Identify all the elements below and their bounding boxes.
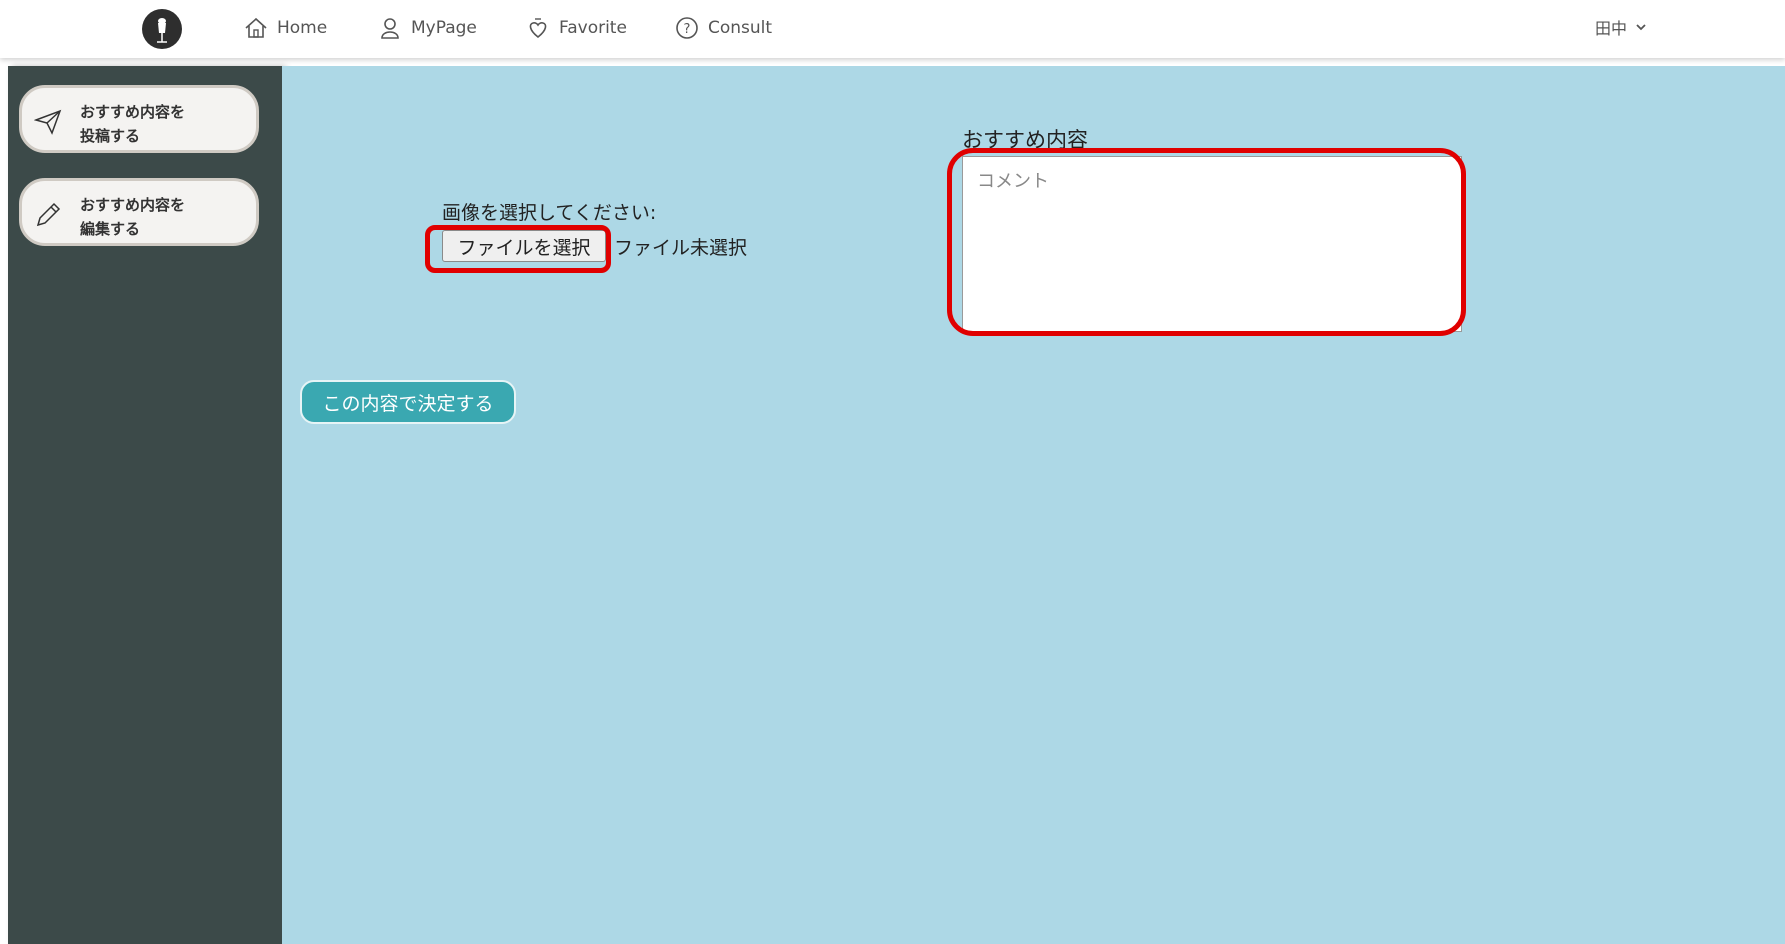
sidebar-item-edit[interactable]: おすすめ内容を 編集する (19, 178, 259, 246)
user-menu[interactable]: 田中 (1595, 15, 1647, 39)
nav-favorite-label: Favorite (559, 18, 627, 38)
user-icon (381, 18, 399, 39)
sidebar-item-post[interactable]: おすすめ内容を 投稿する (19, 85, 259, 153)
file-status-text: ファイル未選択 (614, 237, 748, 259)
sidebar-item-edit-label: おすすめ内容を 編集する (80, 196, 186, 238)
comment-textarea[interactable] (962, 156, 1462, 332)
submit-button[interactable]: この内容で決定する (300, 380, 516, 424)
nav-consult[interactable]: ? Consult (674, 14, 772, 42)
heart-icon (529, 18, 547, 39)
sidebar-item-post-label: おすすめ内容を 投稿する (80, 103, 186, 145)
chevron-down-icon (1636, 24, 1646, 31)
nav-consult-label: Consult (708, 18, 773, 38)
nav-home-label: Home (277, 18, 328, 38)
image-select-label: 画像を選択してください: (442, 202, 657, 224)
choose-file-button[interactable]: ファイルを選択 (442, 230, 606, 262)
nav-mypage-label: MyPage (411, 18, 477, 38)
sidebar: おすすめ内容を 投稿する おすすめ内容を 編集する (8, 66, 282, 944)
paper-plane-icon (34, 109, 62, 135)
top-navbar: Home MyPage Favorite ? Consult 田中 (0, 0, 1785, 58)
dress-form-logo-icon[interactable] (142, 9, 182, 49)
svg-text:?: ? (684, 22, 691, 37)
question-icon: ? (676, 17, 698, 39)
home-icon (245, 17, 267, 38)
user-name: 田中 (1595, 19, 1628, 38)
recommend-title: おすすめ内容 (962, 128, 1088, 152)
nav-home[interactable]: Home (243, 14, 327, 42)
pencil-icon (36, 202, 61, 227)
nav-favorite[interactable]: Favorite (525, 14, 627, 42)
nav-mypage[interactable]: MyPage (377, 14, 477, 42)
